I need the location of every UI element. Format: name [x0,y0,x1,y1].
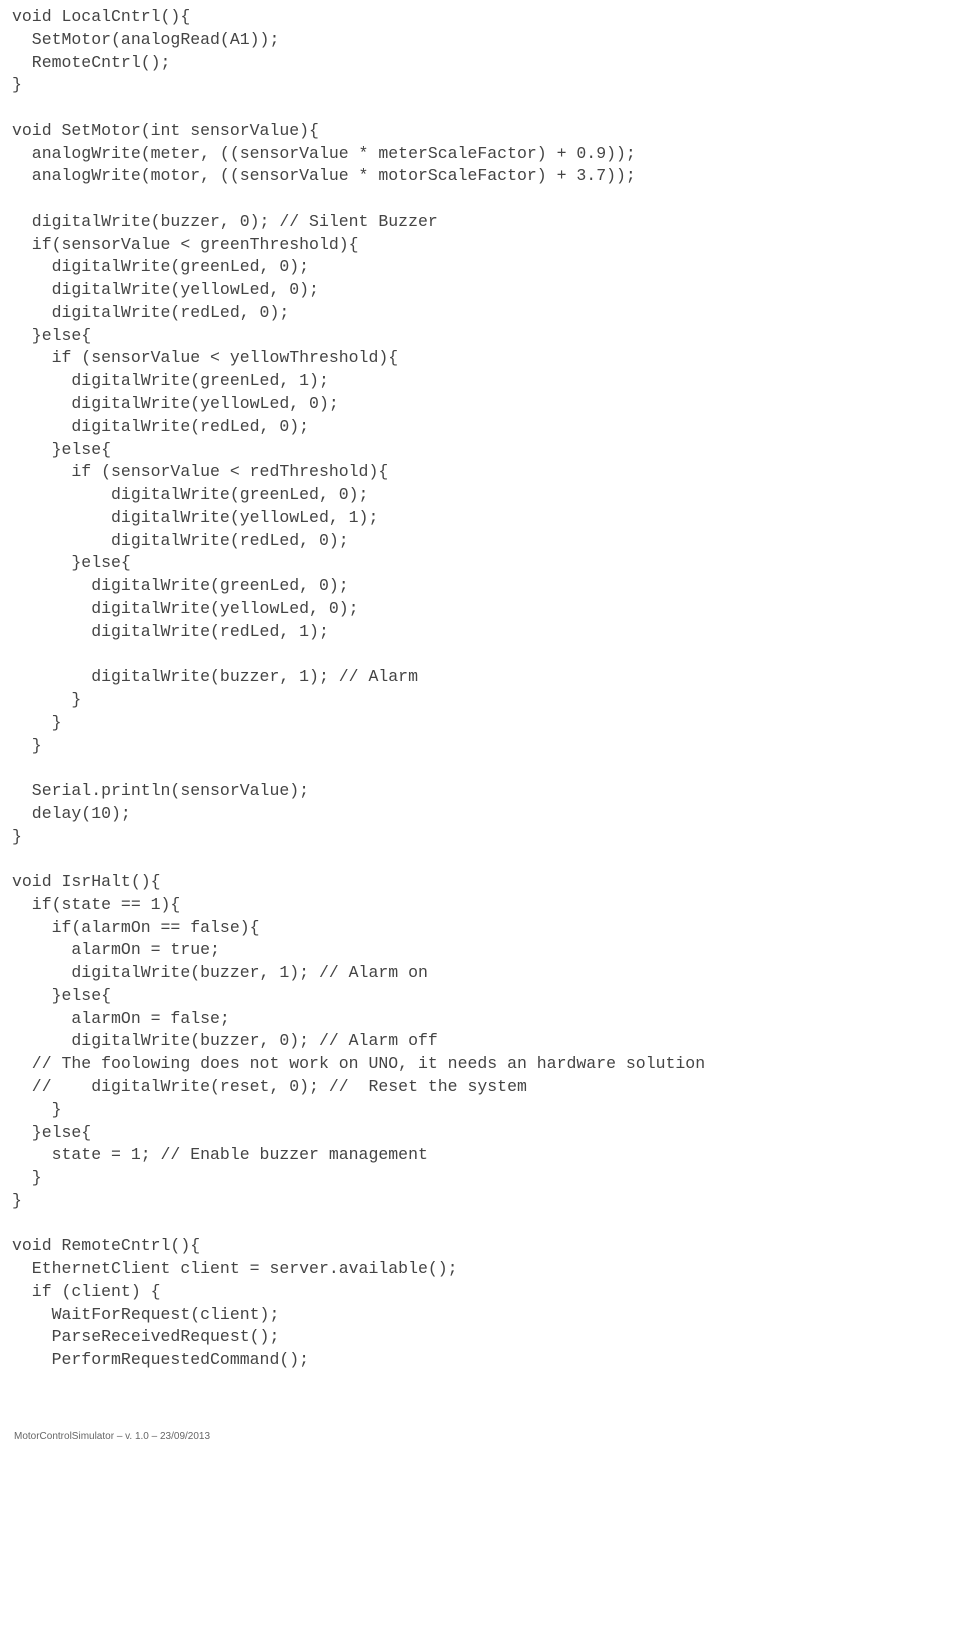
code-block: void LocalCntrl(){ SetMotor(analogRead(A… [12,6,960,1372]
page-footer: MotorControlSimulator – v. 1.0 – 23/09/2… [14,1430,960,1444]
